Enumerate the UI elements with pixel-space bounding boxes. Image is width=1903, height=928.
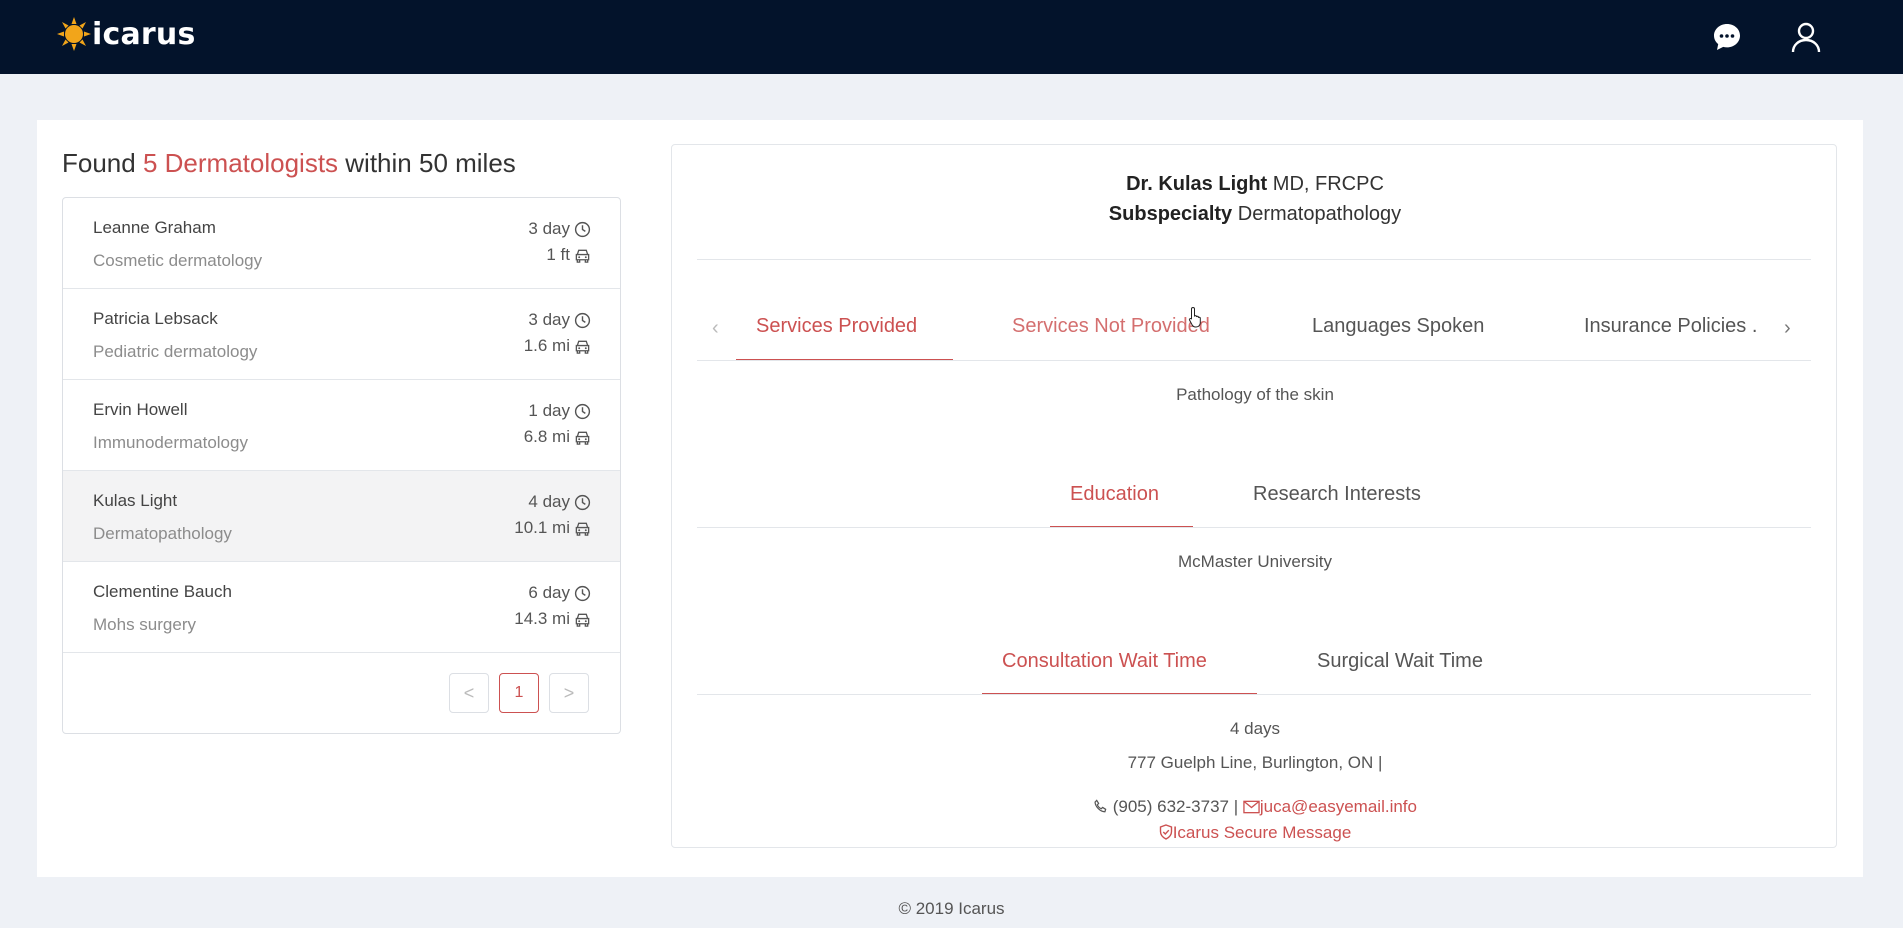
doctor-specialty: Pediatric dermatology xyxy=(93,342,258,361)
clock-icon xyxy=(574,312,591,328)
wait-time: 4 day xyxy=(528,492,591,512)
doctor-specialty: Dermatopathology xyxy=(93,524,232,543)
doctor-name: Leanne Graham xyxy=(93,218,216,237)
distance-value: 10.1 mi xyxy=(514,518,570,537)
wait-value: 1 day xyxy=(528,401,570,420)
wait-value: 3 day xyxy=(528,219,570,238)
doctor-name: Clementine Bauch xyxy=(93,582,232,601)
subspecialty-label: Subspecialty xyxy=(1108,203,1233,225)
tab-bar-divider xyxy=(697,360,1811,361)
car-icon xyxy=(575,522,590,536)
wait-value: 6 day xyxy=(528,583,570,602)
tab-services-provided[interactable]: Services Provided xyxy=(756,315,917,338)
tab-surgical-wait-time[interactable]: Surgical Wait Time xyxy=(1317,650,1483,673)
distance-value: 6.8 mi xyxy=(523,427,570,446)
tab-bar-divider xyxy=(697,694,1811,695)
pagination-prev-button[interactable]: < xyxy=(449,673,489,713)
clock-icon xyxy=(574,221,591,237)
divider xyxy=(697,259,1811,260)
logo-wordmark: icarus xyxy=(92,16,196,52)
tab-education[interactable]: Education xyxy=(1070,483,1159,506)
shield-check-icon xyxy=(1159,824,1172,840)
chevron-right-icon: > xyxy=(563,682,575,703)
pagination-next-button[interactable]: > xyxy=(549,673,589,713)
doctor-full-name: Dr. Kulas Light xyxy=(1126,173,1268,195)
results-list: Leanne Graham Cosmetic dermatology 3 day… xyxy=(62,197,621,734)
tab-languages-spoken[interactable]: Languages Spoken xyxy=(1312,315,1484,338)
pagination-page-1[interactable]: 1 xyxy=(499,673,539,713)
subspecialty-value: Dermatopathology xyxy=(1237,203,1402,225)
results-suffix: within 50 miles xyxy=(345,148,516,178)
chevron-right-icon[interactable]: › xyxy=(1784,317,1791,340)
doctor-specialty: Immunodermatology xyxy=(93,433,248,452)
doctor-subspecialty: Subspecialty Dermatopathology xyxy=(672,203,1838,226)
distance: 1.6 mi xyxy=(524,336,591,356)
distance: 14.3 mi xyxy=(514,609,591,629)
doctor-credentials: MD, FRCPC xyxy=(1272,173,1384,195)
chat-bubble-icon[interactable] xyxy=(1709,19,1745,55)
car-icon xyxy=(575,431,590,445)
wait-value: 3 day xyxy=(528,310,570,329)
results-count: 5 Dermatologists xyxy=(142,148,339,178)
icarus-logo[interactable]: icarus xyxy=(56,16,196,52)
list-item[interactable]: Leanne Graham Cosmetic dermatology 3 day… xyxy=(63,198,620,289)
distance: 6.8 mi xyxy=(524,427,591,447)
chevron-left-icon[interactable]: ‹ xyxy=(712,317,719,340)
list-item[interactable]: Patricia Lebsack Pediatric dermatology 3… xyxy=(63,289,620,380)
wait-time: 1 day xyxy=(528,401,591,421)
list-item[interactable]: Ervin Howell Immunodermatology 1 day 6.8… xyxy=(63,380,620,471)
education-content: McMaster University xyxy=(1178,552,1332,571)
list-item[interactable]: Clementine Bauch Mohs surgery 6 day 14.3… xyxy=(63,562,620,653)
wait-time: 3 day xyxy=(528,310,591,330)
car-icon xyxy=(575,249,590,263)
secure-message-link[interactable]: Icarus Secure Message xyxy=(672,823,1838,843)
car-icon xyxy=(575,340,590,354)
results-prefix: Found xyxy=(62,148,136,178)
mouse-pointer-icon xyxy=(1188,306,1201,328)
distance: 10.1 mi xyxy=(514,518,591,538)
distance: 1 ft xyxy=(546,245,591,265)
wait-content: 4 days xyxy=(1229,719,1281,738)
doctor-heading: Dr. Kulas Light MD, FRCPC xyxy=(672,173,1838,196)
user-account-icon[interactable] xyxy=(1788,19,1824,55)
phone-number: (905) 632-3737 | xyxy=(1112,797,1239,816)
results-heading: Found 5 Dermatologists within 50 miles xyxy=(62,148,516,179)
contact-line: (905) 632-3737 | juca@easyemail.info xyxy=(672,797,1838,817)
clock-icon xyxy=(574,494,591,510)
top-navbar: icarus xyxy=(0,0,1903,74)
tab-research-interests[interactable]: Research Interests xyxy=(1253,483,1421,506)
doctor-name: Patricia Lebsack xyxy=(93,309,218,328)
footer-copyright: © 2019 Icarus xyxy=(898,899,1005,918)
tab-services-not-provided[interactable]: Services Not Provided xyxy=(1012,315,1210,338)
doctor-name: Ervin Howell xyxy=(93,400,188,419)
chevron-left-icon: < xyxy=(463,682,475,703)
mail-icon xyxy=(1243,800,1260,814)
distance-value: 1 ft xyxy=(546,245,570,264)
tab-bar-divider xyxy=(697,527,1811,528)
wait-time: 3 day xyxy=(528,219,591,239)
tab-insurance-policies[interactable]: Insurance Policies . xyxy=(1584,315,1757,338)
address: 777 Guelph Line, Burlington, ON | xyxy=(1127,753,1383,772)
clock-icon xyxy=(574,585,591,601)
service-content: Pathology of the skin xyxy=(1176,385,1334,404)
doctor-specialty: Mohs surgery xyxy=(93,615,196,634)
doctor-detail-card: Dr. Kulas Light MD, FRCPC Subspecialty D… xyxy=(671,144,1837,848)
sun-icon xyxy=(57,17,91,51)
clock-icon xyxy=(574,403,591,419)
phone-icon xyxy=(1094,799,1107,813)
doctor-specialty: Cosmetic dermatology xyxy=(93,251,263,270)
distance-value: 14.3 mi xyxy=(514,609,570,628)
doctor-name: Kulas Light xyxy=(93,491,178,510)
wait-value: 4 day xyxy=(528,492,570,511)
wait-time: 6 day xyxy=(528,583,591,603)
distance-value: 1.6 mi xyxy=(523,336,570,355)
page-number: 1 xyxy=(514,684,524,701)
tab-consultation-wait-time[interactable]: Consultation Wait Time xyxy=(1002,650,1207,673)
secure-message-label: Icarus Secure Message xyxy=(1172,823,1352,842)
email-link[interactable]: juca@easyemail.info xyxy=(1260,797,1417,816)
car-icon xyxy=(575,613,590,627)
list-item-selected[interactable]: Kulas Light Dermatopathology 4 day 10.1 … xyxy=(63,471,620,562)
